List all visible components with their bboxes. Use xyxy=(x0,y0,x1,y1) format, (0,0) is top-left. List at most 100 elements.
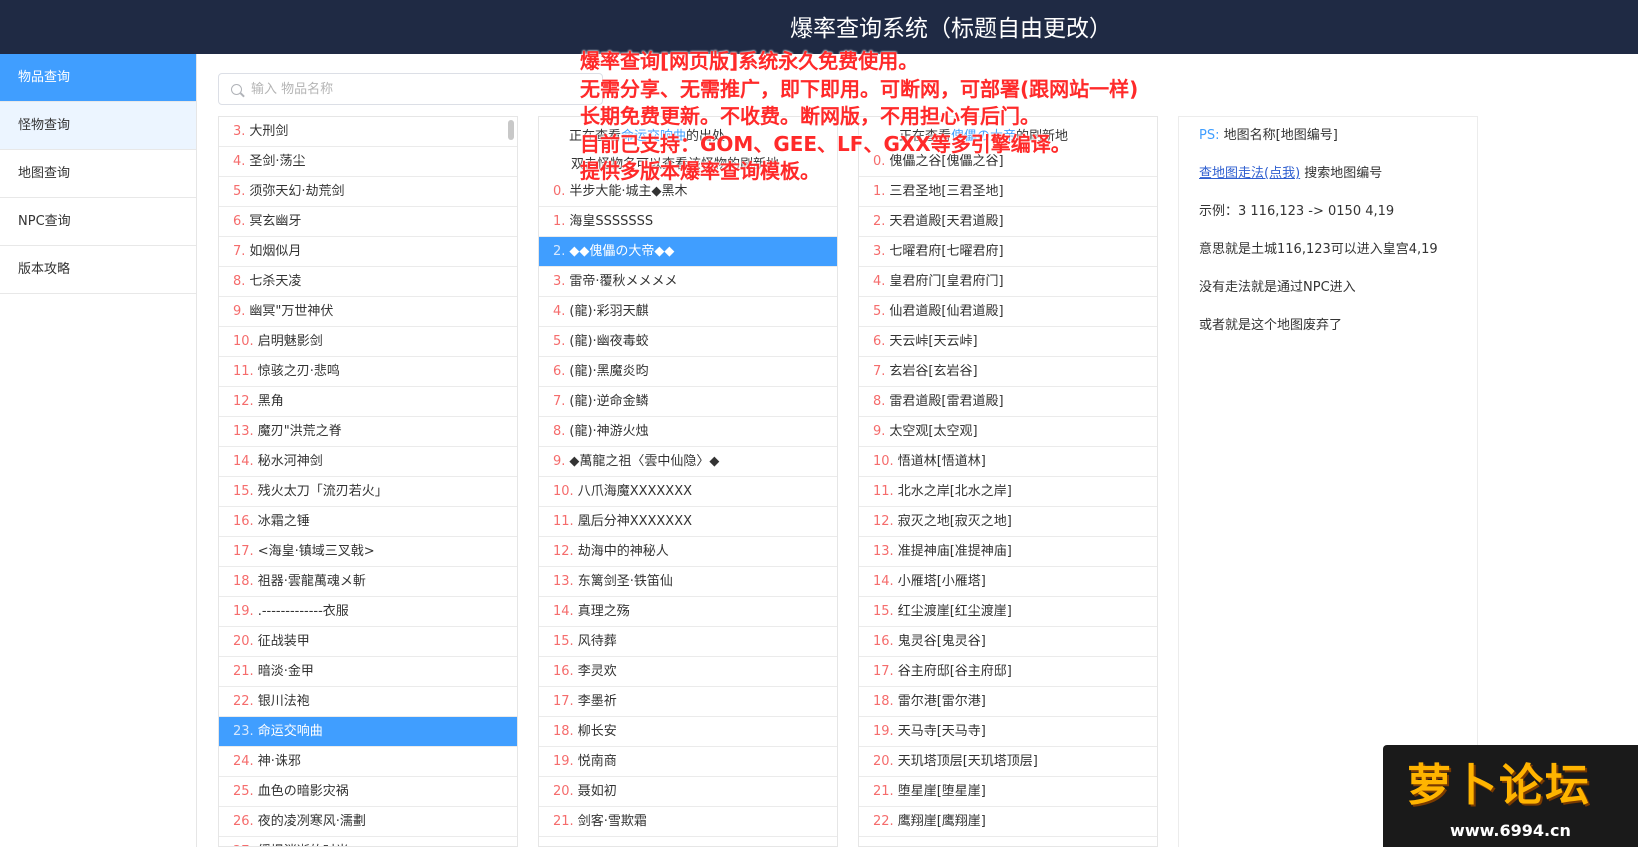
monster-row[interactable]: 2. ◆◆傀儡の大帝◆◆ xyxy=(539,237,837,267)
monster-row[interactable]: 16. 李灵欢 xyxy=(539,657,837,687)
monster-row-label: ◆◆傀儡の大帝◆◆ xyxy=(569,244,675,259)
map-row[interactable]: 17. 谷主府邸[谷主府邸] xyxy=(859,657,1157,687)
map-row[interactable]: 22. 鹰翔崖[鹰翔崖] xyxy=(859,807,1157,837)
map-row[interactable]: 12. 寂灭之地[寂灭之地] xyxy=(859,507,1157,537)
monster-row[interactable]: 17. 李墨祈 xyxy=(539,687,837,717)
monster-row[interactable]: 15. 风待葬 xyxy=(539,627,837,657)
map-row[interactable]: 5. 仙君道殿[仙君道殿] xyxy=(859,297,1157,327)
map-row-number: 15. xyxy=(873,604,894,619)
item-row[interactable]: 18. 祖器·雲龍萬魂メ斬 xyxy=(219,567,517,597)
info-panel: PS: 地图名称[地图编号] 查地图走法(点我) 搜索地图编号 示例：3 116… xyxy=(1178,116,1478,847)
map-row[interactable]: 3. 七曜君府[七曜君府] xyxy=(859,237,1157,267)
map-row-number: 9. xyxy=(873,424,886,439)
item-row-label: 黑角 xyxy=(257,394,284,409)
monster-row-number: 7. xyxy=(553,394,566,409)
item-row[interactable]: 17. <海皇·镇域三叉戟> xyxy=(219,537,517,567)
map-row-label: 雷尔港[雷尔港] xyxy=(897,694,986,709)
monster-row[interactable]: 1. 海皇SSSSSSS xyxy=(539,207,837,237)
item-row[interactable]: 13. 魔刃"洪荒之脊 xyxy=(219,417,517,447)
map-route-link[interactable]: 查地图走法(点我) xyxy=(1199,166,1300,181)
map-row[interactable]: 14. 小雁塔[小雁塔] xyxy=(859,567,1157,597)
item-row[interactable]: 10. 启明魅影剑 xyxy=(219,327,517,357)
item-row[interactable]: 6. 冥玄幽牙 xyxy=(219,207,517,237)
monster-row-label: ◆萬龍之祖〈雲中仙隐〉◆ xyxy=(569,454,720,469)
item-row[interactable]: 15. 残火太刀「流刃若火」 xyxy=(219,477,517,507)
monster-row[interactable]: 10. 八爪海魔XXXXXXX xyxy=(539,477,837,507)
item-row[interactable]: 20. 征战装甲 xyxy=(219,627,517,657)
item-row[interactable]: 16. 冰霜之锤 xyxy=(219,507,517,537)
item-row[interactable]: 7. 如烟似月 xyxy=(219,237,517,267)
map-row[interactable]: 19. 天马寺[天马寺] xyxy=(859,717,1157,747)
item-row-number: 26. xyxy=(233,814,254,829)
maps-list: 0. 傀儡之谷[傀儡之谷] 1. 三君圣地[三君圣地] 2. 天君道殿[天君道殿] 3. 七曜… xyxy=(859,147,1157,837)
map-row[interactable]: 16. 鬼灵谷[鬼灵谷] xyxy=(859,627,1157,657)
monster-row[interactable]: 6. (龍)·黑魔炎昀 xyxy=(539,357,837,387)
item-row[interactable]: 19. .-------------衣服 xyxy=(219,597,517,627)
monster-row[interactable]: 20. 聂如初 xyxy=(539,777,837,807)
map-row-label: 红尘渡崖[红尘渡崖] xyxy=(897,604,1012,619)
monster-row-label: 聂如初 xyxy=(577,784,617,799)
item-row[interactable]: 4. 圣剑·荡尘 xyxy=(219,147,517,177)
monster-row[interactable]: 21. 剑客·雪欺霜 xyxy=(539,807,837,837)
item-row[interactable]: 8. 七杀天凌 xyxy=(219,267,517,297)
map-row[interactable]: 2. 天君道殿[天君道殿] xyxy=(859,207,1157,237)
example-text: 示例：3 116,123 -> 0150 4,19 xyxy=(1199,204,1395,219)
sidebar-item-monsters[interactable]: 怪物查询 xyxy=(0,102,196,150)
map-row[interactable]: 4. 皇君府门[皇君府门] xyxy=(859,267,1157,297)
monster-row[interactable]: 9. ◆萬龍之祖〈雲中仙隐〉◆ xyxy=(539,447,837,477)
item-row[interactable]: 14. 秘水河神剑 xyxy=(219,447,517,477)
monster-row[interactable]: 7. (龍)·逆命金鳞 xyxy=(539,387,837,417)
map-row-number: 18. xyxy=(873,694,894,709)
item-row-label: 幽冥"万世神伏 xyxy=(249,304,334,319)
item-row-number: 8. xyxy=(233,274,246,289)
monster-row[interactable]: 18. 柳长安 xyxy=(539,717,837,747)
item-row-label: 秘水河神剑 xyxy=(257,454,323,469)
map-row[interactable]: 15. 红尘渡崖[红尘渡崖] xyxy=(859,597,1157,627)
monster-row-label: 李灵欢 xyxy=(577,664,617,679)
map-row[interactable]: 13. 准提神庙[准提神庙] xyxy=(859,537,1157,567)
monster-row[interactable]: 12. 劫海中的神秘人 xyxy=(539,537,837,567)
item-row[interactable]: 5. 须弥天幻·劫荒剑 xyxy=(219,177,517,207)
map-row-label: 堕星崖[堕星崖] xyxy=(897,784,986,799)
item-row[interactable]: 27.缓慢消逝的时光 xyxy=(219,837,517,846)
map-row-number: 19. xyxy=(873,724,894,739)
item-row[interactable]: 22. 银川法袍 xyxy=(219,687,517,717)
item-row[interactable]: 11. 惊骇之刃·悲鸣 xyxy=(219,357,517,387)
map-row[interactable]: 8. 雷君道殿[雷君道殿] xyxy=(859,387,1157,417)
item-row[interactable]: 3. 大刑剑 xyxy=(219,117,517,147)
monster-row[interactable]: 3. 雷帝·覆秋メメメメ xyxy=(539,267,837,297)
monster-row-number: 3. xyxy=(553,274,566,289)
map-row[interactable]: 18. 雷尔港[雷尔港] xyxy=(859,687,1157,717)
item-row[interactable]: 24. 神·诛邪 xyxy=(219,747,517,777)
item-row[interactable]: 21. 暗淡·金甲 xyxy=(219,657,517,687)
monster-row[interactable]: 11. 凰后分神XXXXXXX xyxy=(539,507,837,537)
map-row[interactable]: 21. 堕星崖[堕星崖] xyxy=(859,777,1157,807)
map-row-label: 北水之岸[北水之岸] xyxy=(897,484,1012,499)
map-row[interactable]: 20. 天玑塔顶层[天玑塔顶层] xyxy=(859,747,1157,777)
item-row[interactable]: 25. 血色の暗影灾祸 xyxy=(219,777,517,807)
map-row[interactable]: 10. 悟道林[悟道林] xyxy=(859,447,1157,477)
monster-row[interactable]: 13. 东篱剑圣·铁笛仙 xyxy=(539,567,837,597)
sidebar-item-guide[interactable]: 版本攻略 xyxy=(0,246,196,294)
map-row[interactable]: 11. 北水之岸[北水之岸] xyxy=(859,477,1157,507)
item-row[interactable]: 23. 命运交响曲 xyxy=(219,717,517,747)
map-row[interactable]: 6. 天云峠[天云峠] xyxy=(859,327,1157,357)
item-row[interactable]: 12. 黑角 xyxy=(219,387,517,417)
map-row[interactable]: 9. 太空观[太空观] xyxy=(859,417,1157,447)
item-row[interactable]: 26. 夜的凌冽寒风·濡劃 xyxy=(219,807,517,837)
item-row[interactable]: 9. 幽冥"万世神伏 xyxy=(219,297,517,327)
monster-row[interactable]: 5. (龍)·幽夜毒蛟 xyxy=(539,327,837,357)
monster-row[interactable]: 4. (龍)·彩羽天麒 xyxy=(539,297,837,327)
monster-row[interactable]: 8. (龍)·神游火烛 xyxy=(539,417,837,447)
items-list-scrollbar[interactable] xyxy=(508,120,514,140)
item-row-number: 21. xyxy=(233,664,254,679)
monster-row[interactable]: 19. 悦南商 xyxy=(539,747,837,777)
sidebar-item-npc[interactable]: NPC查询 xyxy=(0,198,196,246)
sidebar-item-items[interactable]: 物品查询 xyxy=(0,54,196,102)
sidebar-item-maps[interactable]: 地图查询 xyxy=(0,150,196,198)
monster-row-number: 10. xyxy=(553,484,574,499)
map-row[interactable]: 7. 玄岩谷[玄岩谷] xyxy=(859,357,1157,387)
monster-row[interactable]: 14. 真理之殇 xyxy=(539,597,837,627)
search-input[interactable] xyxy=(251,74,591,104)
item-row-number: 9. xyxy=(233,304,246,319)
